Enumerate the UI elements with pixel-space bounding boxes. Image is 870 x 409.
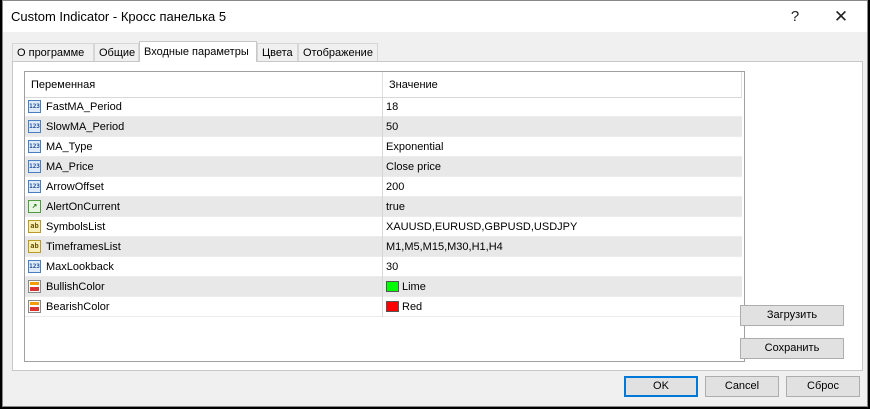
parameter-value-text: XAUUSD,EURUSD,GBPUSD,USDJPY [386,220,578,233]
window-title: Custom Indicator - Кросс панелька 5 [11,9,227,24]
parameter-value[interactable]: 200 [386,177,404,196]
parameter-name: MA_Price [46,161,94,173]
parameter-name: BearishColor [46,301,110,313]
parameter-row[interactable]: BullishColor Lime [25,277,742,297]
parameter-value-text: 200 [386,180,405,193]
close-icon[interactable]: ✕ [819,1,863,32]
load-button[interactable]: Загрузить [740,305,844,326]
column-divider [382,137,383,157]
parameter-value-text: 30 [386,260,399,273]
parameter-value[interactable]: Red [386,297,422,316]
column-header-value[interactable]: Значение [383,72,742,97]
parameter-value[interactable]: Lime [386,277,426,296]
parameter-value[interactable]: Close price [386,157,441,176]
grid-header: Переменная Значение [25,72,742,98]
color-type-icon [28,280,41,293]
parameter-value-text: 50 [386,120,399,133]
parameter-value[interactable]: 30 [386,257,398,276]
column-header-variable[interactable]: Переменная [25,72,383,97]
integer-type-icon: 123 [28,140,41,153]
parameter-name: SymbolsList [46,221,106,233]
tab-colors[interactable]: Цвета [257,43,298,61]
tab-about[interactable]: О программе [12,43,94,61]
parameter-value[interactable]: Exponential [386,137,444,156]
parameter-name: MaxLookback [46,261,114,273]
parameter-row[interactable]: 123 MA_Type Exponential [25,137,742,157]
parameter-value-text: Close price [386,160,442,173]
parameter-row[interactable]: 123 MaxLookback 30 [25,257,742,277]
parameter-value[interactable]: true [386,197,405,216]
column-divider [382,257,383,277]
parameter-value-text: 18 [386,100,399,113]
parameter-row[interactable]: ↗ AlertOnCurrent true [25,197,742,217]
parameter-value-text: Lime [402,280,426,293]
parameter-value-text: true [386,200,405,213]
cancel-button[interactable]: Cancel [705,376,779,397]
parameter-row[interactable]: ab TimeframesList M1,M5,M15,M30,H1,H4 [25,237,742,257]
boolean-type-icon: ↗ [28,200,41,213]
parameter-value[interactable]: 50 [386,117,398,136]
parameter-name: AlertOnCurrent [46,201,120,213]
parameter-name: BullishColor [46,281,105,293]
parameter-value[interactable]: 18 [386,97,398,116]
column-divider [382,157,383,177]
tab-general[interactable]: Общие [94,43,139,61]
tab-display[interactable]: Отображение [298,43,378,61]
parameter-row[interactable]: ab SymbolsList XAUUSD,EURUSD,GBPUSD,USDJPY [25,217,742,237]
integer-type-icon: 123 [28,260,41,273]
parameter-name: MA_Type [46,141,93,153]
integer-type-icon: 123 [28,100,41,113]
parameter-value-text: Red [402,300,423,313]
column-divider [382,277,383,297]
color-type-icon [28,300,41,313]
column-divider [382,97,383,117]
string-type-icon: ab [28,240,41,253]
save-button[interactable]: Сохранить [740,338,844,359]
reset-button[interactable]: Сброс [786,376,860,397]
integer-type-icon: 123 [28,160,41,173]
column-divider [382,197,383,217]
column-divider [382,117,383,137]
ok-button[interactable]: OK [624,376,698,397]
parameter-row[interactable]: 123 ArrowOffset 200 [25,177,742,197]
parameter-row[interactable]: 123 SlowMA_Period 50 [25,117,742,137]
parameter-row[interactable]: 123 FastMA_Period 18 [25,97,742,117]
parameters-grid: Переменная Значение 123 FastMA_Period 18 12… [24,71,745,362]
dialog-window: Custom Indicator - Кросс панелька 5 ? ✕ … [2,0,868,407]
inputs-tab-panel: Переменная Значение 123 FastMA_Period 18 12… [12,61,863,371]
parameter-name: SlowMA_Period [46,121,125,133]
integer-type-icon: 123 [28,180,41,193]
parameter-row[interactable]: 123 MA_Price Close price [25,157,742,177]
color-swatch [386,281,399,292]
parameter-name: FastMA_Period [46,101,122,113]
parameter-value-text: Exponential [386,140,444,153]
column-divider [382,297,383,317]
column-divider [382,177,383,197]
help-icon[interactable]: ? [773,1,817,32]
integer-type-icon: 123 [28,120,41,133]
tab-inputs[interactable]: Входные параметры [139,41,257,62]
parameter-name: TimeframesList [46,241,121,253]
parameter-name: ArrowOffset [46,181,104,193]
column-divider [382,217,383,237]
title-bar: Custom Indicator - Кросс панелька 5 ? ✕ [3,1,867,32]
color-swatch [386,301,399,312]
parameter-value[interactable]: M1,M5,M15,M30,H1,H4 [386,237,503,256]
column-divider [382,237,383,257]
parameter-value[interactable]: XAUUSD,EURUSD,GBPUSD,USDJPY [386,217,577,236]
parameter-row[interactable]: BearishColor Red [25,297,742,317]
string-type-icon: ab [28,220,41,233]
parameter-value-text: M1,M5,M15,M30,H1,H4 [386,240,503,253]
